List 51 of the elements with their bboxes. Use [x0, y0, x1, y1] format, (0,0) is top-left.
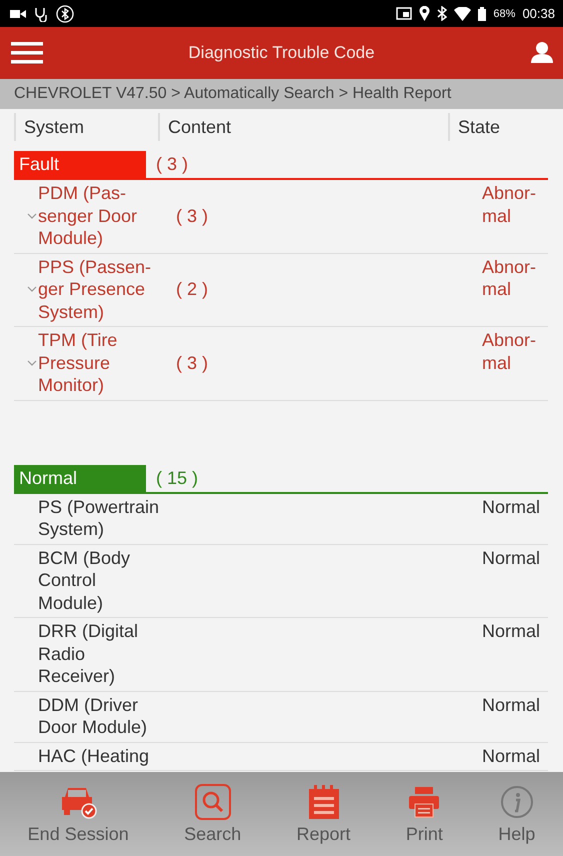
system-name: BCM (Body Control Module) [38, 546, 132, 614]
system-name: PPS (Passen-ger Presence System) [38, 256, 152, 323]
fault-count: ( 3 ) [176, 352, 208, 372]
breadcrumb-text: CHEVROLET V47.50 > Automatically Search > Health Report [14, 85, 452, 103]
state-text: Normal [482, 744, 542, 767]
group-count: ( 3 ) [155, 154, 188, 175]
video-camera-icon [10, 8, 26, 18]
bluetooth-icon [437, 6, 448, 21]
state-text: Normal [482, 546, 542, 569]
search-icon [194, 784, 231, 820]
wifi-icon [454, 6, 472, 20]
screen-title: Diagnostic Trouble Code [187, 43, 376, 63]
toolbar-button[interactable]: End Session [28, 784, 129, 844]
cast-icon [396, 7, 412, 20]
user-icon[interactable] [531, 41, 553, 63]
chevron-down-icon[interactable] [27, 212, 37, 219]
state-text: Abnor-mal [482, 182, 538, 227]
toolbar-button[interactable]: Search [184, 784, 242, 844]
system-name: PS (Powertrain System) [38, 496, 160, 540]
system-name: TPM (Tire Pressure Monitor) [38, 329, 118, 396]
state-text: Normal [482, 496, 542, 518]
state-text: Abnor-mal [482, 256, 538, 300]
chevron-down-icon[interactable] [27, 286, 37, 292]
column-header: Content [158, 113, 448, 141]
system-name: DRR (Digital Radio Receiver) [38, 620, 140, 688]
toolbar-button[interactable]: Print [406, 784, 443, 844]
group-count: ( 15 ) [155, 468, 198, 488]
menu-icon[interactable] [11, 42, 43, 64]
battery-icon [478, 6, 486, 20]
battery-percentage: 68% [493, 8, 516, 20]
column-header: State [448, 113, 563, 141]
state-text: Normal [482, 620, 542, 642]
system-name: HAC (Heating [38, 744, 150, 767]
stethoscope-icon [33, 6, 49, 22]
fault-count: ( 2 ) [176, 279, 208, 299]
group-label: Normal [14, 464, 146, 492]
location-icon [419, 6, 430, 21]
chevron-down-icon[interactable] [27, 360, 37, 366]
fault-count: ( 3 ) [176, 206, 208, 226]
toolbar-button[interactable]: Help [498, 784, 536, 844]
state-text: Normal [482, 694, 542, 716]
bluetooth-icon [56, 4, 74, 22]
state-text: Abnor-mal [482, 329, 538, 374]
system-name: DDM (Driver Door Module) [38, 694, 148, 738]
toolbar-button[interactable]: Report [296, 784, 351, 844]
clock-time: 00:38 [522, 6, 555, 21]
column-header: System [14, 113, 158, 141]
notepad-icon [308, 784, 340, 820]
info-icon [500, 784, 534, 820]
group-label: Fault [14, 151, 146, 178]
system-name: PDM (Pas-senger Door Module) [38, 182, 138, 250]
